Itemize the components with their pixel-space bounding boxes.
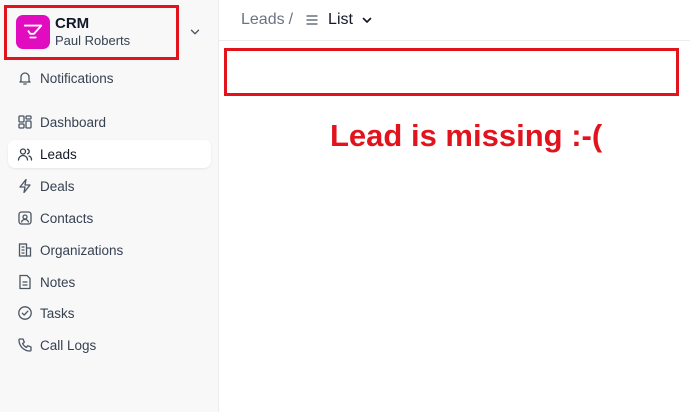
- sidebar: CRM Paul Roberts Notifications Dashboard: [0, 0, 219, 412]
- crm-logo-icon: [16, 15, 50, 49]
- dashboard-icon: [17, 114, 33, 130]
- list-icon: [306, 15, 318, 25]
- sidebar-item-label: Tasks: [40, 305, 75, 321]
- building-icon: [17, 242, 33, 258]
- empty-list-highlight-box: [224, 48, 679, 96]
- sidebar-item-label: Organizations: [40, 242, 124, 258]
- sidebar-item-notes[interactable]: Notes: [8, 268, 211, 296]
- sidebar-item-leads[interactable]: Leads: [8, 140, 211, 168]
- annotation-text: Lead is missing :-(: [330, 118, 603, 153]
- sidebar-item-dashboard[interactable]: Dashboard: [8, 108, 211, 136]
- view-switcher-label[interactable]: List: [328, 11, 353, 29]
- sidebar-item-label: Notes: [40, 274, 76, 290]
- sidebar-item-contacts[interactable]: Contacts: [8, 204, 211, 232]
- phone-icon: [17, 337, 33, 353]
- sidebar-item-label: Contacts: [40, 210, 94, 226]
- breadcrumb-separator: /: [288, 11, 294, 28]
- contact-icon: [17, 210, 33, 226]
- sidebar-item-label: Call Logs: [40, 337, 97, 353]
- breadcrumb: Leads / List: [219, 0, 690, 41]
- sidebar-item-label: Deals: [40, 178, 75, 194]
- sidebar-item-notifications[interactable]: Notifications: [8, 64, 211, 92]
- sidebar-item-label: Leads: [40, 146, 77, 162]
- breadcrumb-leads-link[interactable]: Leads: [241, 11, 285, 29]
- check-circle-icon: [17, 305, 33, 321]
- sidebar-item-deals[interactable]: Deals: [8, 172, 211, 200]
- chevron-down-icon[interactable]: [361, 14, 373, 26]
- sidebar-item-label: Notifications: [40, 70, 114, 86]
- sidebar-item-tasks[interactable]: Tasks: [8, 299, 211, 327]
- bell-icon: [17, 70, 33, 86]
- sidebar-item-call-logs[interactable]: Call Logs: [8, 331, 211, 359]
- app-title: CRM: [55, 15, 90, 32]
- brand-switcher[interactable]: CRM Paul Roberts: [8, 6, 217, 58]
- user-name: Paul Roberts: [55, 33, 131, 48]
- sidebar-item-organizations[interactable]: Organizations: [8, 236, 211, 264]
- users-icon: [17, 146, 33, 162]
- sidebar-item-label: Dashboard: [40, 114, 107, 130]
- chevron-down-icon[interactable]: [188, 25, 202, 39]
- lightning-icon: [17, 178, 33, 194]
- note-icon: [17, 274, 33, 290]
